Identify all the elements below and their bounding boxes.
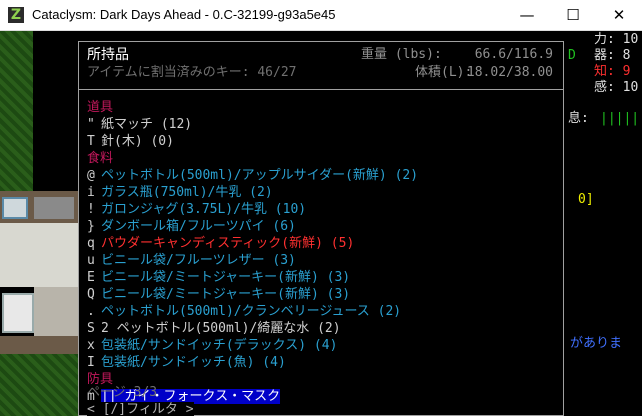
header-divider — [79, 89, 563, 90]
inventory-item-row[interactable]: S 2 ペットボトル(500ml)/綺麗な水 (2) — [87, 320, 341, 337]
game-viewport[interactable]: 力: 10 D 器: 8 知: 9 感: 10 息: ||||| 0] がありま… — [0, 31, 642, 416]
maximize-button[interactable]: ☐ — [550, 0, 596, 30]
inventory-category-header: 食料 — [87, 151, 114, 166]
window-title: Cataclysm: Dark Days Ahead - 0.C-32199-g… — [32, 7, 336, 22]
inventory-category-header: 道具 — [87, 100, 114, 115]
item-hotkey: " — [87, 117, 95, 132]
inventory-window: 所持品 重量 (lbs): 66.6/116.9 アイテムに割当済みのキー: 4… — [78, 41, 564, 416]
item-hotkey: q — [87, 236, 95, 251]
app-logo-icon: Z — [8, 7, 24, 23]
item-name: 紙マッチ (12) — [101, 117, 193, 132]
item-hotkey: . — [87, 304, 95, 319]
inventory-item-row[interactable]: Q ビニール袋/ミートジャーキー(新鮮) (3) — [87, 286, 350, 303]
item-name: ペットボトル(500ml)/アップルサイダー(新鮮) (2) — [101, 168, 419, 183]
breath-bar: ||||| — [600, 111, 640, 126]
message-log-text: がありま — [570, 336, 623, 351]
item-hotkey: Q — [87, 287, 95, 302]
item-hotkey: T — [87, 134, 95, 149]
item-hotkey: u — [87, 253, 95, 268]
inventory-item-row[interactable]: . ペットボトル(500ml)/クランベリージュース (2) — [87, 303, 401, 320]
item-name: 包装紙/サンドイッチ(魚) (4) — [101, 355, 286, 370]
stat-intelligence: 知: 9 — [594, 64, 631, 79]
minimize-button[interactable]: — — [504, 0, 550, 30]
item-hotkey: S — [87, 321, 95, 336]
item-hotkey: @ — [87, 168, 95, 183]
item-name: 針(木) (0) — [101, 134, 174, 149]
volume-value: 18.02/38.00 — [466, 65, 553, 80]
map-stone-tile — [34, 287, 78, 339]
item-name: ガロンジャグ(3.75L)/牛乳 (10) — [101, 202, 307, 217]
inventory-item-row[interactable]: q パウダーキャンディスティック(新鮮) (5) — [87, 235, 354, 252]
map-floor-tile — [0, 223, 78, 287]
inventory-item-row[interactable]: ! ガロンジャグ(3.75L)/牛乳 (10) — [87, 201, 306, 218]
inventory-item-row[interactable]: I 包装紙/サンドイッチ(魚) (4) — [87, 354, 286, 371]
item-name: ビニール袋/ミートジャーキー(新鮮) (3) — [101, 270, 351, 285]
map-grass-tile — [0, 354, 78, 416]
item-hotkey: x — [87, 338, 95, 353]
filter-hint[interactable]: < [/]フィルタ > — [87, 402, 194, 416]
item-hotkey: ! — [87, 202, 95, 217]
stat-strength: 力: 10 — [594, 32, 639, 47]
inventory-item-row[interactable]: E ビニール袋/ミートジャーキー(新鮮) (3) — [87, 269, 350, 286]
map-grass-tile — [0, 31, 33, 191]
map-counter-tile — [34, 197, 74, 219]
item-hotkey: i — [87, 185, 95, 200]
map-wall-tile — [0, 336, 78, 354]
item-hotkey: } — [87, 219, 95, 234]
inventory-item-row[interactable]: " 紙マッチ (12) — [87, 116, 192, 133]
weight-label: 重量 (lbs): — [361, 47, 442, 62]
turn-counter: 0] — [578, 192, 594, 207]
inventory-item-row[interactable]: } ダンボール箱/フルーツパイ (6) — [87, 218, 296, 235]
item-hotkey: I — [87, 355, 95, 370]
inventory-item-row[interactable]: x 包装紙/サンドイッチ(デラックス) (4) — [87, 337, 337, 354]
assigned-keys-count: アイテムに割当済みのキー: 46/27 — [87, 65, 297, 80]
item-name: ダンボール箱/フルーツパイ (6) — [101, 219, 296, 234]
inventory-item-row[interactable]: @ ペットボトル(500ml)/アップルサイダー(新鮮) (2) — [87, 167, 418, 184]
item-name: ビニール袋/ミートジャーキー(新鮮) (3) — [101, 287, 351, 302]
map-sink-tile — [2, 197, 28, 219]
stat-dexterity: 器: 8 — [594, 48, 631, 63]
volume-label: 体積(L): — [415, 65, 473, 80]
weight-value: 66.6/116.9 — [474, 47, 553, 62]
item-name: パウダーキャンディスティック(新鮮) (5) — [101, 236, 355, 251]
item-name: ペットボトル(500ml)/クランベリージュース (2) — [101, 304, 402, 319]
item-hotkey: E — [87, 270, 95, 285]
map-bathtub-tile — [2, 293, 34, 333]
item-name: ガラス瓶(750ml)/牛乳 (2) — [101, 185, 273, 200]
status-d-char: D — [568, 48, 576, 63]
window-titlebar: Z Cataclysm: Dark Days Ahead - 0.C-32199… — [0, 0, 642, 31]
stat-perception: 感: 10 — [594, 80, 639, 95]
inventory-item-row[interactable]: T 針(木) (0) — [87, 133, 174, 150]
breath-label: 息: — [568, 111, 589, 126]
page-indicator: ページ 3/3 — [87, 385, 158, 400]
item-name: 包装紙/サンドイッチ(デラックス) (4) — [101, 338, 338, 353]
item-name: ビニール袋/フルーツレザー (3) — [101, 253, 296, 268]
close-button[interactable]: ✕ — [596, 0, 642, 30]
inventory-item-row[interactable]: u ビニール袋/フルーツレザー (3) — [87, 252, 296, 269]
inventory-title: 所持品 — [87, 47, 129, 63]
inventory-item-row[interactable]: i ガラス瓶(750ml)/牛乳 (2) — [87, 184, 273, 201]
item-name: 2 ペットボトル(500ml)/綺麗な水 (2) — [101, 321, 341, 336]
